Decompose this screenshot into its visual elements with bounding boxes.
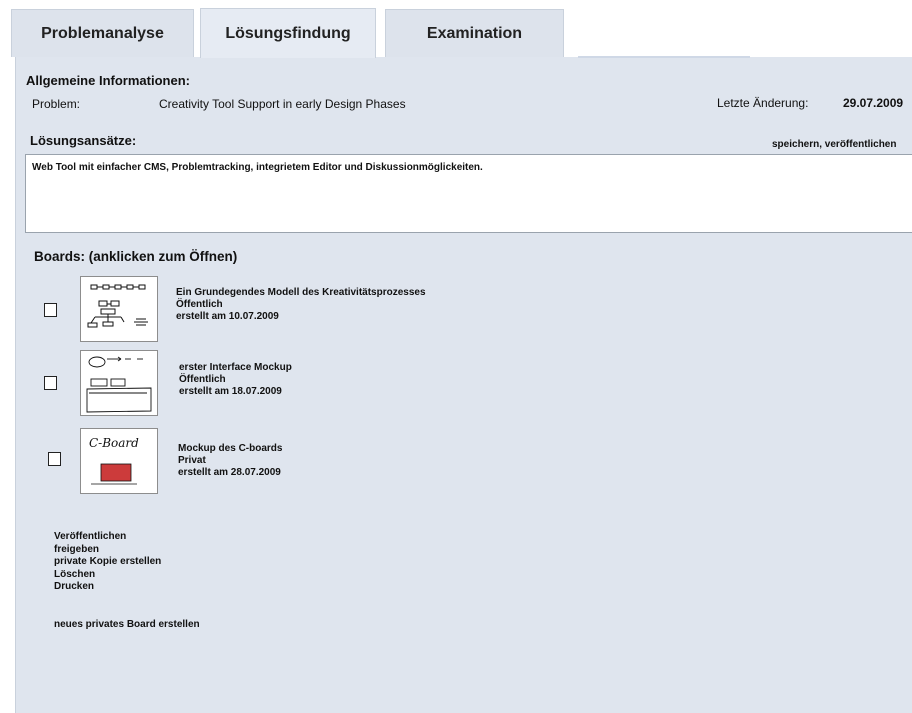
board-title: erster Interface Mockup (179, 362, 292, 373)
tab-label: Examination (426, 24, 523, 42)
new-private-board-link[interactable]: neues privates Board erstellen (54, 619, 200, 630)
board-thumbnail[interactable]: C-Board (80, 428, 158, 494)
c-board-sketch-icon: C-Board (89, 436, 139, 485)
board-visibility: Privat (178, 455, 206, 466)
board-info: Mockup des C-boards Privat erstellt am 2… (178, 443, 282, 479)
menu-item-publish[interactable]: Veröffentlichen (54, 531, 161, 544)
tab-examination[interactable]: Examination (385, 9, 564, 57)
solutions-heading: Lösungsansätze: (30, 133, 137, 148)
menu-item-print[interactable]: Drucken (54, 581, 161, 594)
last-changed-value: 29.07.2009 (843, 96, 904, 110)
tab-loesungsfindung[interactable]: Lösungsfindung (200, 8, 376, 58)
solutions-textarea[interactable]: Web Tool mit einfacher CMS, Problemtrack… (25, 154, 912, 233)
board-thumbnail[interactable] (80, 276, 158, 342)
flowchart-sketch-icon (87, 284, 148, 328)
menu-item-delete[interactable]: Löschen (54, 569, 161, 582)
board-visibility: Öffentlich (176, 299, 223, 310)
board-info: Ein Grundegendes Modell des Kreativitäts… (176, 287, 426, 323)
tab-problemanalyse[interactable]: Problemanalyse (11, 9, 194, 57)
boards-heading: Boards: (anklicken zum Öffnen) (34, 249, 238, 264)
tab-label: Problemanalyse (41, 24, 164, 42)
board-visibility: Öffentlich (179, 374, 226, 385)
menu-item-private-copy[interactable]: private Kopie erstellen (54, 556, 161, 569)
c-board-sketch-label: C-Board (89, 436, 139, 450)
interface-sketch-icon (86, 356, 152, 413)
tab-label: Lösungsfindung (225, 24, 351, 42)
board-checkbox[interactable] (44, 303, 57, 317)
tab-strip-divider (578, 56, 750, 58)
last-changed-label: Letzte Änderung: (717, 96, 809, 110)
save-publish-link[interactable]: speichern, veröffentlichen (772, 139, 896, 150)
menu-item-share[interactable]: freigeben (54, 544, 161, 557)
problem-label: Problem: (32, 97, 81, 111)
board-checkbox[interactable] (44, 376, 57, 390)
general-info-heading: Allgemeine Informationen: (26, 73, 190, 88)
board-title: Mockup des C-boards (178, 443, 283, 454)
problem-value: Creativity Tool Support in early Design … (159, 97, 406, 111)
board-created: erstellt am 18.07.2009 (179, 386, 282, 397)
board-title: Ein Grundegendes Modell des Kreativitäts… (176, 287, 426, 298)
board-created: erstellt am 28.07.2009 (178, 467, 281, 478)
board-created: erstellt am 10.07.2009 (176, 311, 279, 322)
board-checkbox[interactable] (48, 452, 61, 466)
board-info: erster Interface Mockup Öffentlich erste… (179, 362, 292, 398)
board-actions-menu: Veröffentlichen freigeben private Kopie … (54, 531, 161, 594)
c-board-red-rectangle (100, 463, 132, 482)
board-thumbnail[interactable] (80, 350, 158, 416)
